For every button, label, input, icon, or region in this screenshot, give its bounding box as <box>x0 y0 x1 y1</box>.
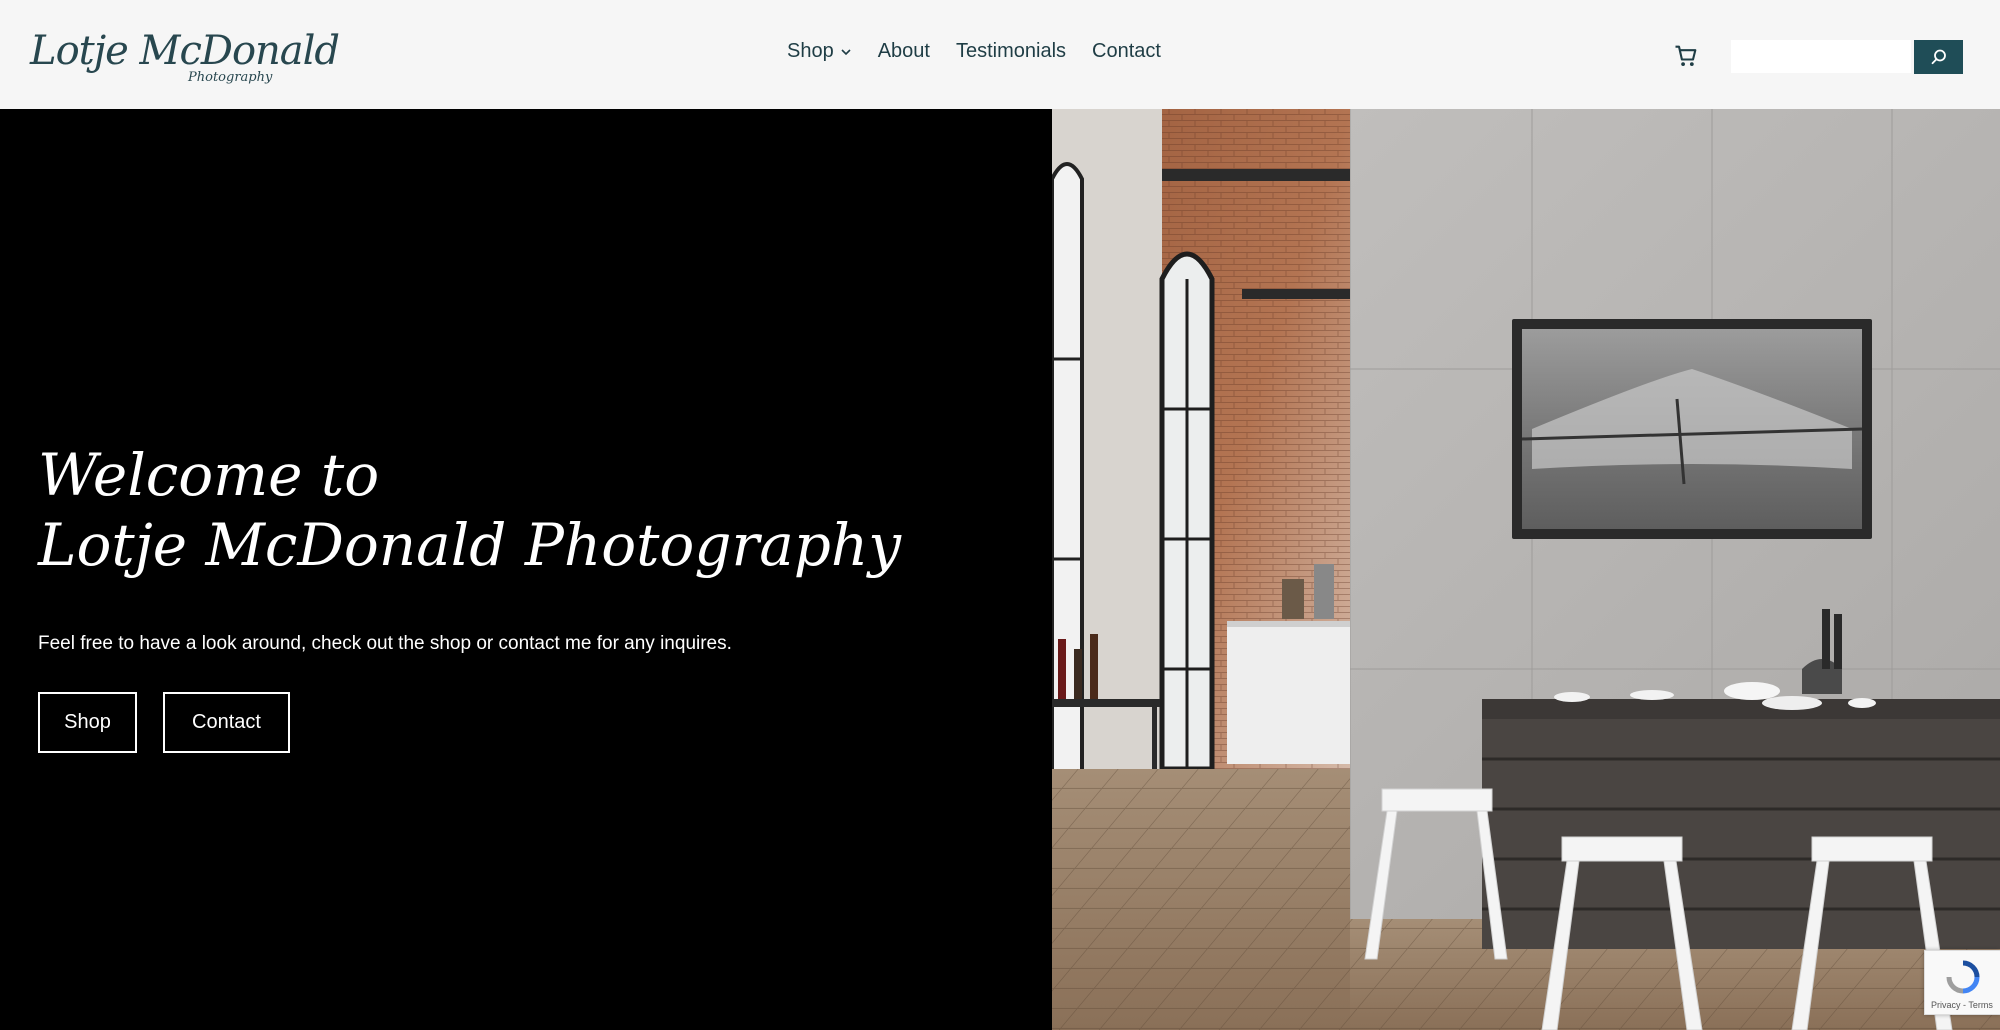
recaptcha-badge[interactable]: Privacy - Terms <box>1924 950 2000 1015</box>
contact-button[interactable]: Contact <box>163 692 290 753</box>
search-icon <box>1931 49 1946 65</box>
logo-text: Lotje McDonald <box>30 28 340 74</box>
nav-item-label: Shop <box>787 40 834 62</box>
nav-item-label: Testimonials <box>955 40 1067 62</box>
site-logo[interactable]: Lotje McDonald Photography <box>30 28 340 92</box>
hero-title: Welcome to Lotje McDonald Photography <box>38 440 901 580</box>
hero-title-line1: Welcome to <box>38 441 380 509</box>
recaptcha-text: Privacy - Terms <box>1931 1000 1993 1010</box>
nav-item-label: About <box>877 40 930 62</box>
search-input[interactable] <box>1731 40 1911 73</box>
hero-title-line2: Lotje McDonald Photography <box>38 511 902 579</box>
recaptcha-icon <box>1946 960 1980 994</box>
nav-item-label: Contact <box>1092 40 1161 62</box>
site-header: Lotje McDonald Photography Shop About Te… <box>0 0 2000 109</box>
nav-item-about[interactable]: About <box>878 40 930 63</box>
hero-subtitle: Feel free to have a look around, check o… <box>38 633 732 654</box>
hero-image <box>1052 109 2000 1030</box>
shop-button[interactable]: Shop <box>38 692 137 753</box>
nav-item-contact[interactable]: Contact <box>1092 40 1161 63</box>
cart-icon[interactable] <box>1672 42 1700 70</box>
logo-subtext: Photography <box>188 70 273 85</box>
search-button[interactable] <box>1914 40 1963 74</box>
main-nav: Shop About Testimonials Contact <box>787 40 1161 63</box>
nav-item-testimonials[interactable]: Testimonials <box>956 40 1066 63</box>
chevron-down-icon <box>841 48 851 55</box>
nav-item-shop[interactable]: Shop <box>787 40 852 63</box>
